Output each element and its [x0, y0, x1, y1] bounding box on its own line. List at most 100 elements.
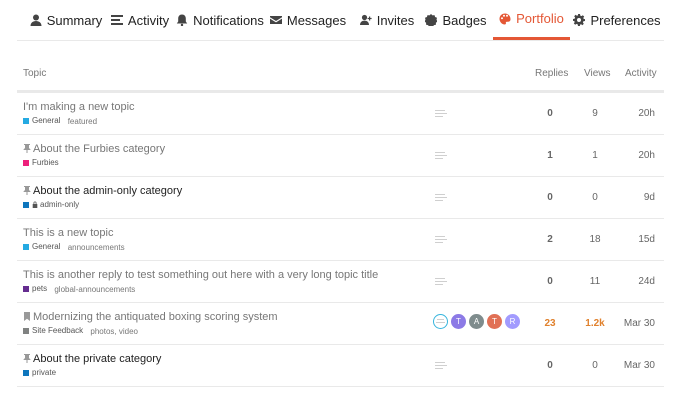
activity-time[interactable]: Mar 30: [605, 318, 655, 329]
topic-tag[interactable]: global-announcements: [54, 285, 135, 294]
tab-notifications[interactable]: Notifications: [176, 0, 264, 40]
topic-title-text: About the Furbies category: [33, 143, 166, 155]
activity-time[interactable]: 20h: [605, 108, 655, 119]
category-badge[interactable]: pets: [23, 284, 47, 293]
topic-title-text: About the admin-only category: [33, 185, 183, 197]
topic-row: About the private category private 0 0 M…: [17, 344, 664, 387]
topic-row: About the Furbies category Furbies 1 1 2…: [17, 134, 664, 177]
category-color: [23, 243, 29, 250]
topic-row: I'm making a new topic General featured …: [17, 92, 664, 135]
category-name: admin-only: [40, 200, 80, 209]
pin-icon: [23, 186, 31, 195]
topic-meta: pets global-announcements: [23, 284, 140, 294]
topic-tag[interactable]: announcements: [68, 243, 125, 252]
avatar[interactable]: R: [505, 314, 520, 329]
topic-title-link[interactable]: This is a new topic: [23, 227, 113, 239]
topic-tag[interactable]: featured: [68, 117, 97, 126]
avatar[interactable]: T: [451, 314, 466, 329]
category-badge[interactable]: Site Feedback: [23, 326, 83, 335]
category-name: General: [32, 242, 61, 251]
topic-posters: T A T R: [433, 314, 520, 330]
category-color: [23, 285, 29, 292]
replies-count: 0: [547, 192, 553, 203]
activity-time[interactable]: 15d: [605, 234, 655, 245]
cog-icon: [573, 14, 586, 26]
palette-icon: [499, 13, 511, 24]
tab-label: Badges: [442, 12, 487, 28]
topic-title-link[interactable]: This is another reply to test something …: [23, 269, 378, 281]
tab-badges[interactable]: Badges: [425, 0, 487, 40]
topic-meta: General featured: [23, 116, 102, 126]
topic-title-link[interactable]: Modernizing the antiquated boxing scorin…: [23, 311, 278, 323]
category-badge[interactable]: admin-only: [23, 200, 79, 209]
category-color: [23, 327, 29, 334]
header-topic[interactable]: Topic: [23, 68, 46, 79]
replies-count: 0: [547, 276, 553, 287]
bookmark-icon: [24, 312, 30, 321]
category-color: [23, 159, 29, 166]
user-icon: [30, 14, 42, 26]
topic-row: This is another reply to test something …: [17, 260, 664, 303]
activity-time[interactable]: 9d: [605, 192, 655, 203]
topic-meta: Furbies: [23, 158, 64, 168]
topic-row: About the admin-only category admin-only…: [17, 176, 664, 219]
tab-label: Summary: [46, 12, 103, 28]
category-badge[interactable]: General: [23, 242, 60, 251]
category-name: private: [32, 368, 57, 377]
avatar-original-poster[interactable]: [433, 314, 448, 329]
avatar-placeholder[interactable]: [433, 104, 449, 120]
avatar[interactable]: T: [487, 314, 502, 329]
topic-meta: private: [23, 368, 61, 378]
tab-portfolio[interactable]: Portfolio: [493, 0, 570, 40]
topic-meta: admin-only: [23, 200, 84, 210]
tab-invites[interactable]: Invites: [359, 0, 415, 40]
activity-time[interactable]: 24d: [605, 276, 655, 287]
tab-preferences[interactable]: Preferences: [573, 0, 661, 40]
topic-title-link[interactable]: I'm making a new topic: [23, 101, 135, 113]
avatar-placeholder[interactable]: [433, 272, 449, 288]
lock-icon: [32, 201, 38, 208]
topic-title-link[interactable]: About the Furbies category: [23, 143, 165, 155]
avatar-placeholder[interactable]: [433, 188, 449, 204]
category-color: [23, 117, 29, 124]
category-badge[interactable]: General: [23, 116, 60, 125]
avatar-placeholder[interactable]: [433, 356, 449, 372]
topic-meta: Site Feedback photos, video: [23, 326, 143, 336]
replies-count: 2: [547, 234, 553, 245]
replies-count: 23: [544, 318, 556, 329]
bell-icon: [176, 14, 188, 26]
category-name: Site Feedback: [32, 326, 84, 335]
category-badge[interactable]: Furbies: [23, 158, 59, 167]
tab-label: Notifications: [193, 12, 264, 28]
category-name: pets: [32, 284, 48, 293]
category-badge[interactable]: private: [23, 368, 56, 377]
activity-time[interactable]: Mar 30: [605, 360, 655, 371]
tab-messages[interactable]: Messages: [269, 0, 346, 40]
category-name: General: [32, 116, 61, 125]
topic-title-text: About the private category: [33, 353, 162, 365]
topic-title-link[interactable]: About the private category: [23, 353, 161, 365]
header-views[interactable]: Views: [584, 68, 611, 79]
topic-posters: [433, 230, 449, 246]
tab-activity[interactable]: Activity: [107, 0, 173, 40]
header-activity[interactable]: Activity: [625, 68, 657, 79]
header-replies[interactable]: Replies: [535, 68, 568, 79]
avatar[interactable]: A: [469, 314, 484, 329]
pin-icon: [23, 354, 31, 363]
tab-label: Messages: [286, 12, 347, 28]
topic-tag[interactable]: photos, video: [90, 327, 138, 336]
activity-time[interactable]: 20h: [605, 150, 655, 161]
user-nav-tabs: Summary Activity Notifications Messages …: [17, 0, 664, 41]
pin-icon: [23, 144, 31, 153]
user-plus-icon: [359, 14, 372, 25]
category-color: [23, 369, 29, 376]
tab-label: Portfolio: [516, 11, 564, 26]
avatar-placeholder[interactable]: [433, 146, 449, 162]
topic-row: Modernizing the antiquated boxing scorin…: [17, 302, 664, 345]
avatar-placeholder[interactable]: [433, 230, 449, 246]
tab-summary[interactable]: Summary: [27, 0, 105, 40]
topic-row: This is a new topic General announcement…: [17, 218, 664, 261]
topic-posters: [433, 104, 449, 120]
tab-label: Activity: [127, 12, 170, 28]
topic-title-link[interactable]: About the admin-only category: [23, 185, 182, 197]
